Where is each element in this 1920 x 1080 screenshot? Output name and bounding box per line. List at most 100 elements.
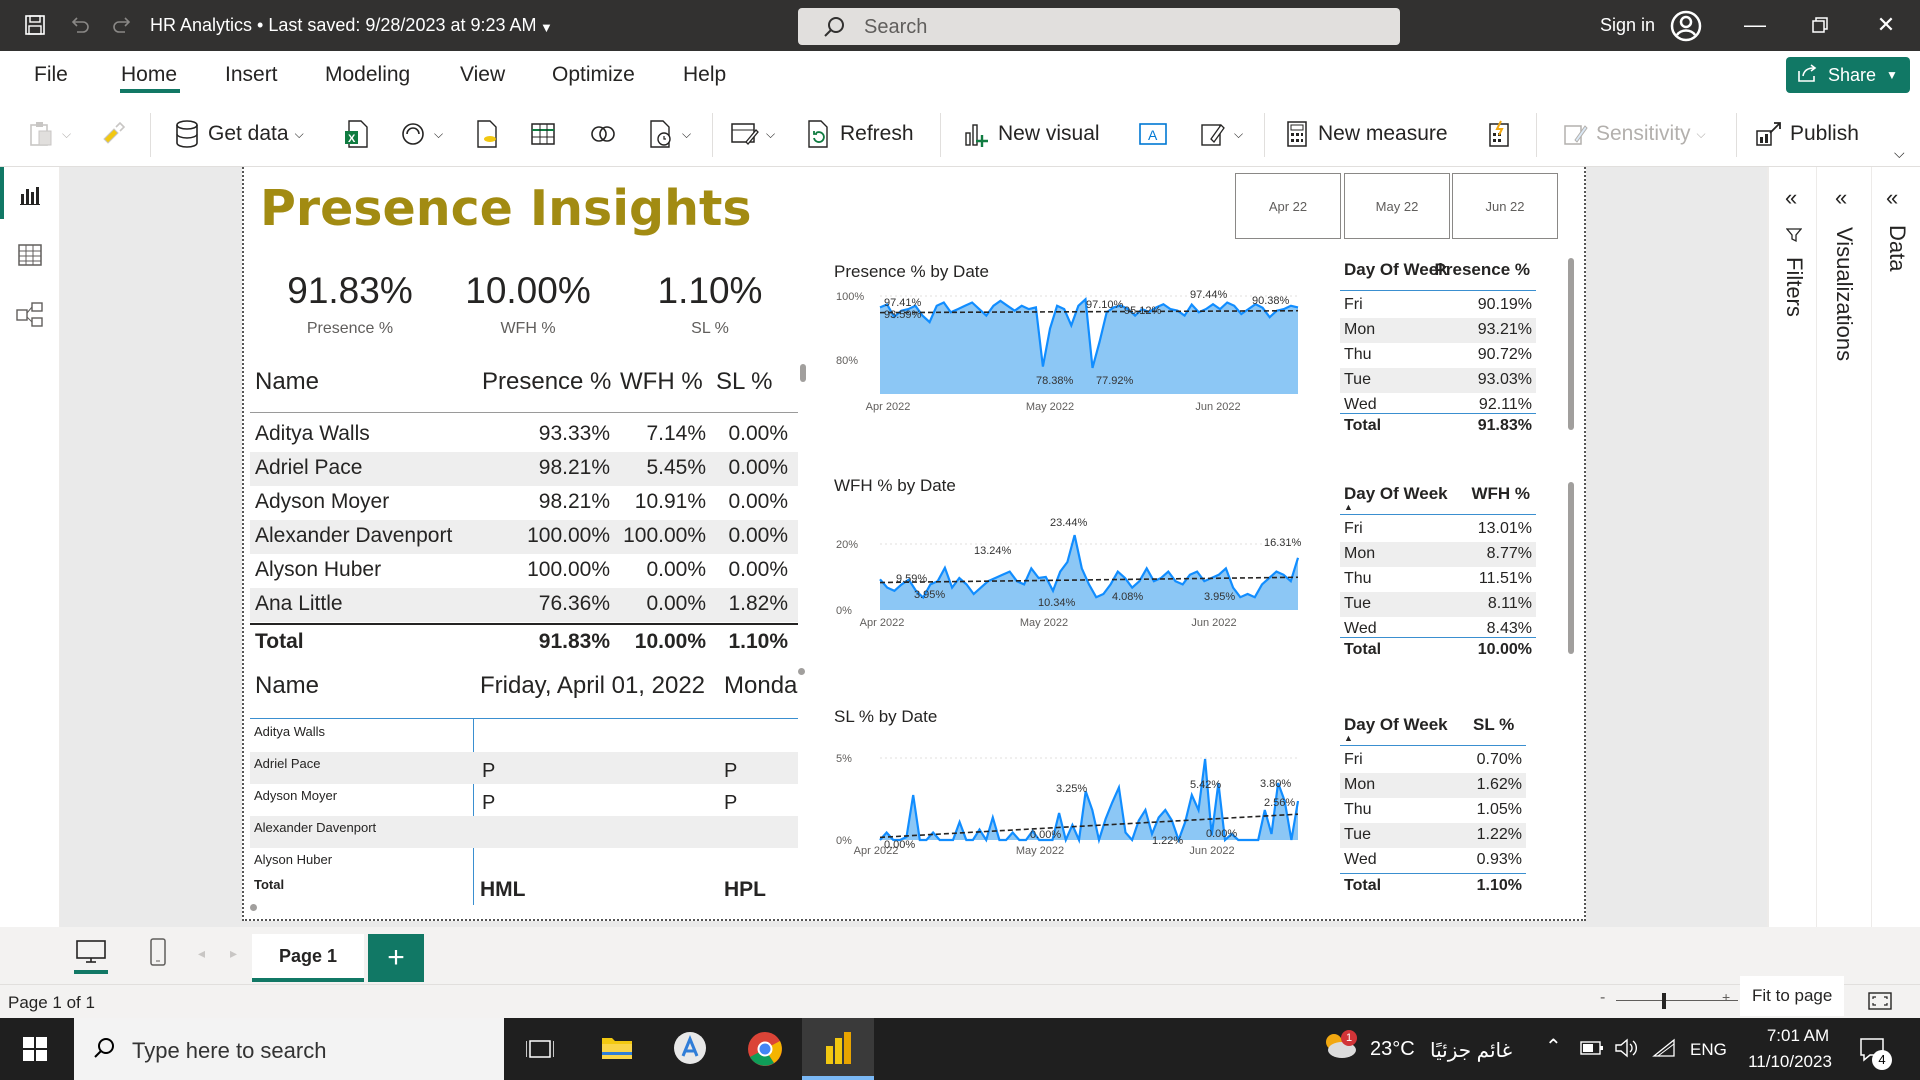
- table-row[interactable]: Mon 8.77%: [1340, 542, 1536, 567]
- recent-sources-button[interactable]: ⌵: [646, 115, 691, 153]
- chrome-icon[interactable]: [746, 1030, 784, 1073]
- refresh-button[interactable]: Refresh: [804, 115, 914, 153]
- col-header-sl[interactable]: SL %: [716, 368, 772, 396]
- zoom-slider-thumb[interactable]: [1662, 993, 1666, 1009]
- undo-icon[interactable]: [66, 12, 92, 38]
- chevron-up-icon[interactable]: ⌃: [1545, 1034, 1562, 1059]
- table-row[interactable]: Mon 93.21%: [1340, 318, 1536, 343]
- matrix-bottom-handle[interactable]: [250, 904, 257, 911]
- table-row[interactable]: Ana Little 76.36% 0.00% 1.82%: [250, 588, 798, 622]
- matrix-header-date1[interactable]: Friday, April 01, 2022: [480, 672, 705, 700]
- dow-header-value[interactable]: SL %: [1473, 715, 1514, 735]
- report-view-icon[interactable]: [16, 181, 44, 209]
- sort-ascending-icon[interactable]: ▲: [1344, 502, 1353, 512]
- document-title[interactable]: HR Analytics • Last saved: 9/28/2023 at …: [150, 15, 537, 36]
- table-row[interactable]: Alyson Huber 100.00% 0.00% 0.00%: [250, 554, 798, 588]
- title-dropdown-icon[interactable]: ▼: [540, 20, 553, 35]
- battery-icon[interactable]: [1580, 1040, 1604, 1061]
- expand-visualizations-icon[interactable]: «: [1835, 185, 1847, 211]
- table-row[interactable]: Mon 1.62%: [1340, 773, 1526, 798]
- presence-chart[interactable]: 100% 80% Apr 2022 May 2022 Jun 2022 97.41%93.…: [834, 282, 1314, 422]
- share-button[interactable]: Share ▼: [1786, 57, 1910, 93]
- restore-button[interactable]: [1800, 10, 1840, 40]
- zoom-out-icon[interactable]: -: [1600, 989, 1605, 1007]
- volume-icon[interactable]: [1614, 1038, 1638, 1063]
- month-slicer-jun[interactable]: Jun 22: [1452, 173, 1558, 239]
- mobile-layout-icon[interactable]: [147, 937, 169, 974]
- data-pane[interactable]: « Data: [1871, 167, 1920, 927]
- expand-filters-icon[interactable]: «: [1785, 185, 1797, 211]
- save-icon[interactable]: [22, 12, 48, 38]
- quick-measure-button[interactable]: [1484, 115, 1514, 153]
- menu-modeling[interactable]: Modeling: [325, 63, 410, 87]
- enter-data-button[interactable]: [528, 115, 558, 153]
- table-row[interactable]: Wed 8.43%: [1340, 617, 1536, 637]
- table-row[interactable]: Thu 11.51%: [1340, 567, 1536, 592]
- close-button[interactable]: ✕: [1866, 10, 1906, 40]
- onelake-button[interactable]: ⌵: [398, 115, 443, 153]
- table-row[interactable]: Adriel Pace 98.21% 5.45% 0.00%: [250, 452, 798, 486]
- table-row[interactable]: Fri 13.01%: [1340, 517, 1536, 542]
- app-store-icon[interactable]: [672, 1030, 708, 1071]
- clock-time[interactable]: 7:01 AM: [1758, 1026, 1838, 1046]
- table-view-icon[interactable]: [16, 241, 44, 269]
- desktop-layout-icon[interactable]: [74, 939, 108, 972]
- table-row[interactable]: Fri 90.19%: [1340, 293, 1536, 318]
- dow-wfh-scrollbar[interactable]: [1568, 482, 1574, 654]
- sql-server-button[interactable]: [472, 115, 502, 153]
- table-row[interactable]: Aditya Walls 93.33% 7.14% 0.00%: [250, 418, 798, 452]
- col-header-wfh[interactable]: WFH %: [620, 368, 703, 396]
- zoom-slider-track[interactable]: [1616, 1000, 1738, 1001]
- table-row[interactable]: Thu 90.72%: [1340, 343, 1536, 368]
- sort-ascending-icon[interactable]: ▲: [1344, 733, 1353, 743]
- ribbon-collapse-icon[interactable]: ⌵: [1894, 145, 1905, 162]
- matrix-header-name[interactable]: Name: [255, 672, 319, 700]
- table-scrollbar[interactable]: [800, 364, 806, 382]
- redo-icon[interactable]: [110, 12, 136, 38]
- prev-page-icon[interactable]: ◂: [198, 945, 205, 962]
- clock-date[interactable]: 11/10/2023: [1742, 1052, 1838, 1072]
- search-input[interactable]: Search: [798, 8, 1400, 45]
- zoom-in-icon[interactable]: +: [1722, 989, 1730, 1005]
- table-row[interactable]: Thu 1.05%: [1340, 798, 1526, 823]
- page-tab-1[interactable]: Page 1: [252, 934, 364, 982]
- dow-header-day[interactable]: Day Of Week: [1344, 484, 1448, 504]
- new-measure-button[interactable]: New measure: [1282, 115, 1448, 153]
- paste-button[interactable]: ⌵: [26, 115, 71, 153]
- month-slicer-may[interactable]: May 22: [1344, 173, 1450, 239]
- matrix-row[interactable]: Alyson Huber: [250, 848, 798, 880]
- account-icon[interactable]: [1670, 10, 1702, 47]
- matrix-scroll-handle[interactable]: [798, 668, 805, 675]
- matrix-header-date2[interactable]: Monda: [724, 672, 798, 700]
- dow-header-day[interactable]: Day Of Week: [1344, 260, 1448, 280]
- weather-temp[interactable]: 23°C: [1370, 1038, 1415, 1061]
- matrix-row[interactable]: Adyson Moyer P P: [250, 784, 798, 816]
- col-header-presence[interactable]: Presence %: [482, 368, 611, 396]
- dataverse-button[interactable]: [588, 115, 618, 153]
- excel-workbook-button[interactable]: X: [342, 115, 372, 153]
- power-bi-taskbar-button[interactable]: [802, 1018, 874, 1080]
- table-row[interactable]: Tue 1.22%: [1340, 823, 1526, 848]
- wifi-icon[interactable]: [1652, 1038, 1676, 1063]
- menu-file[interactable]: File: [34, 63, 68, 87]
- menu-help[interactable]: Help: [683, 63, 726, 87]
- fit-to-page-icon[interactable]: [1867, 991, 1893, 1016]
- windows-start-icon[interactable]: [22, 1036, 48, 1067]
- menu-home[interactable]: Home: [121, 63, 177, 87]
- add-page-button[interactable]: +: [368, 934, 424, 982]
- wfh-chart[interactable]: 20% 0% Apr 2022 May 2022 Jun 2022 9.59% 13.24%…: [834, 500, 1314, 640]
- task-view-icon[interactable]: [525, 1036, 555, 1067]
- text-box-button[interactable]: A: [1138, 115, 1168, 153]
- menu-optimize[interactable]: Optimize: [552, 63, 635, 87]
- expand-data-icon[interactable]: «: [1886, 185, 1898, 211]
- minimize-button[interactable]: —: [1735, 10, 1775, 40]
- sensitivity-button[interactable]: Sensitivity ⌵: [1560, 115, 1706, 153]
- menu-view[interactable]: View: [460, 63, 505, 87]
- dow-presence-scrollbar[interactable]: [1568, 258, 1574, 430]
- dow-header-day[interactable]: Day Of Week: [1344, 715, 1448, 735]
- dow-header-value[interactable]: WFH %: [1471, 484, 1530, 504]
- weather-description[interactable]: غائم جزئيًا: [1430, 1038, 1512, 1063]
- table-row[interactable]: Wed 0.93%: [1340, 848, 1526, 873]
- table-row[interactable]: Adyson Moyer 98.21% 10.91% 0.00%: [250, 486, 798, 520]
- sl-chart[interactable]: 5%0%Apr 2022 May 2022 Jun 20220.00%3.25%0.…: [834, 740, 1314, 862]
